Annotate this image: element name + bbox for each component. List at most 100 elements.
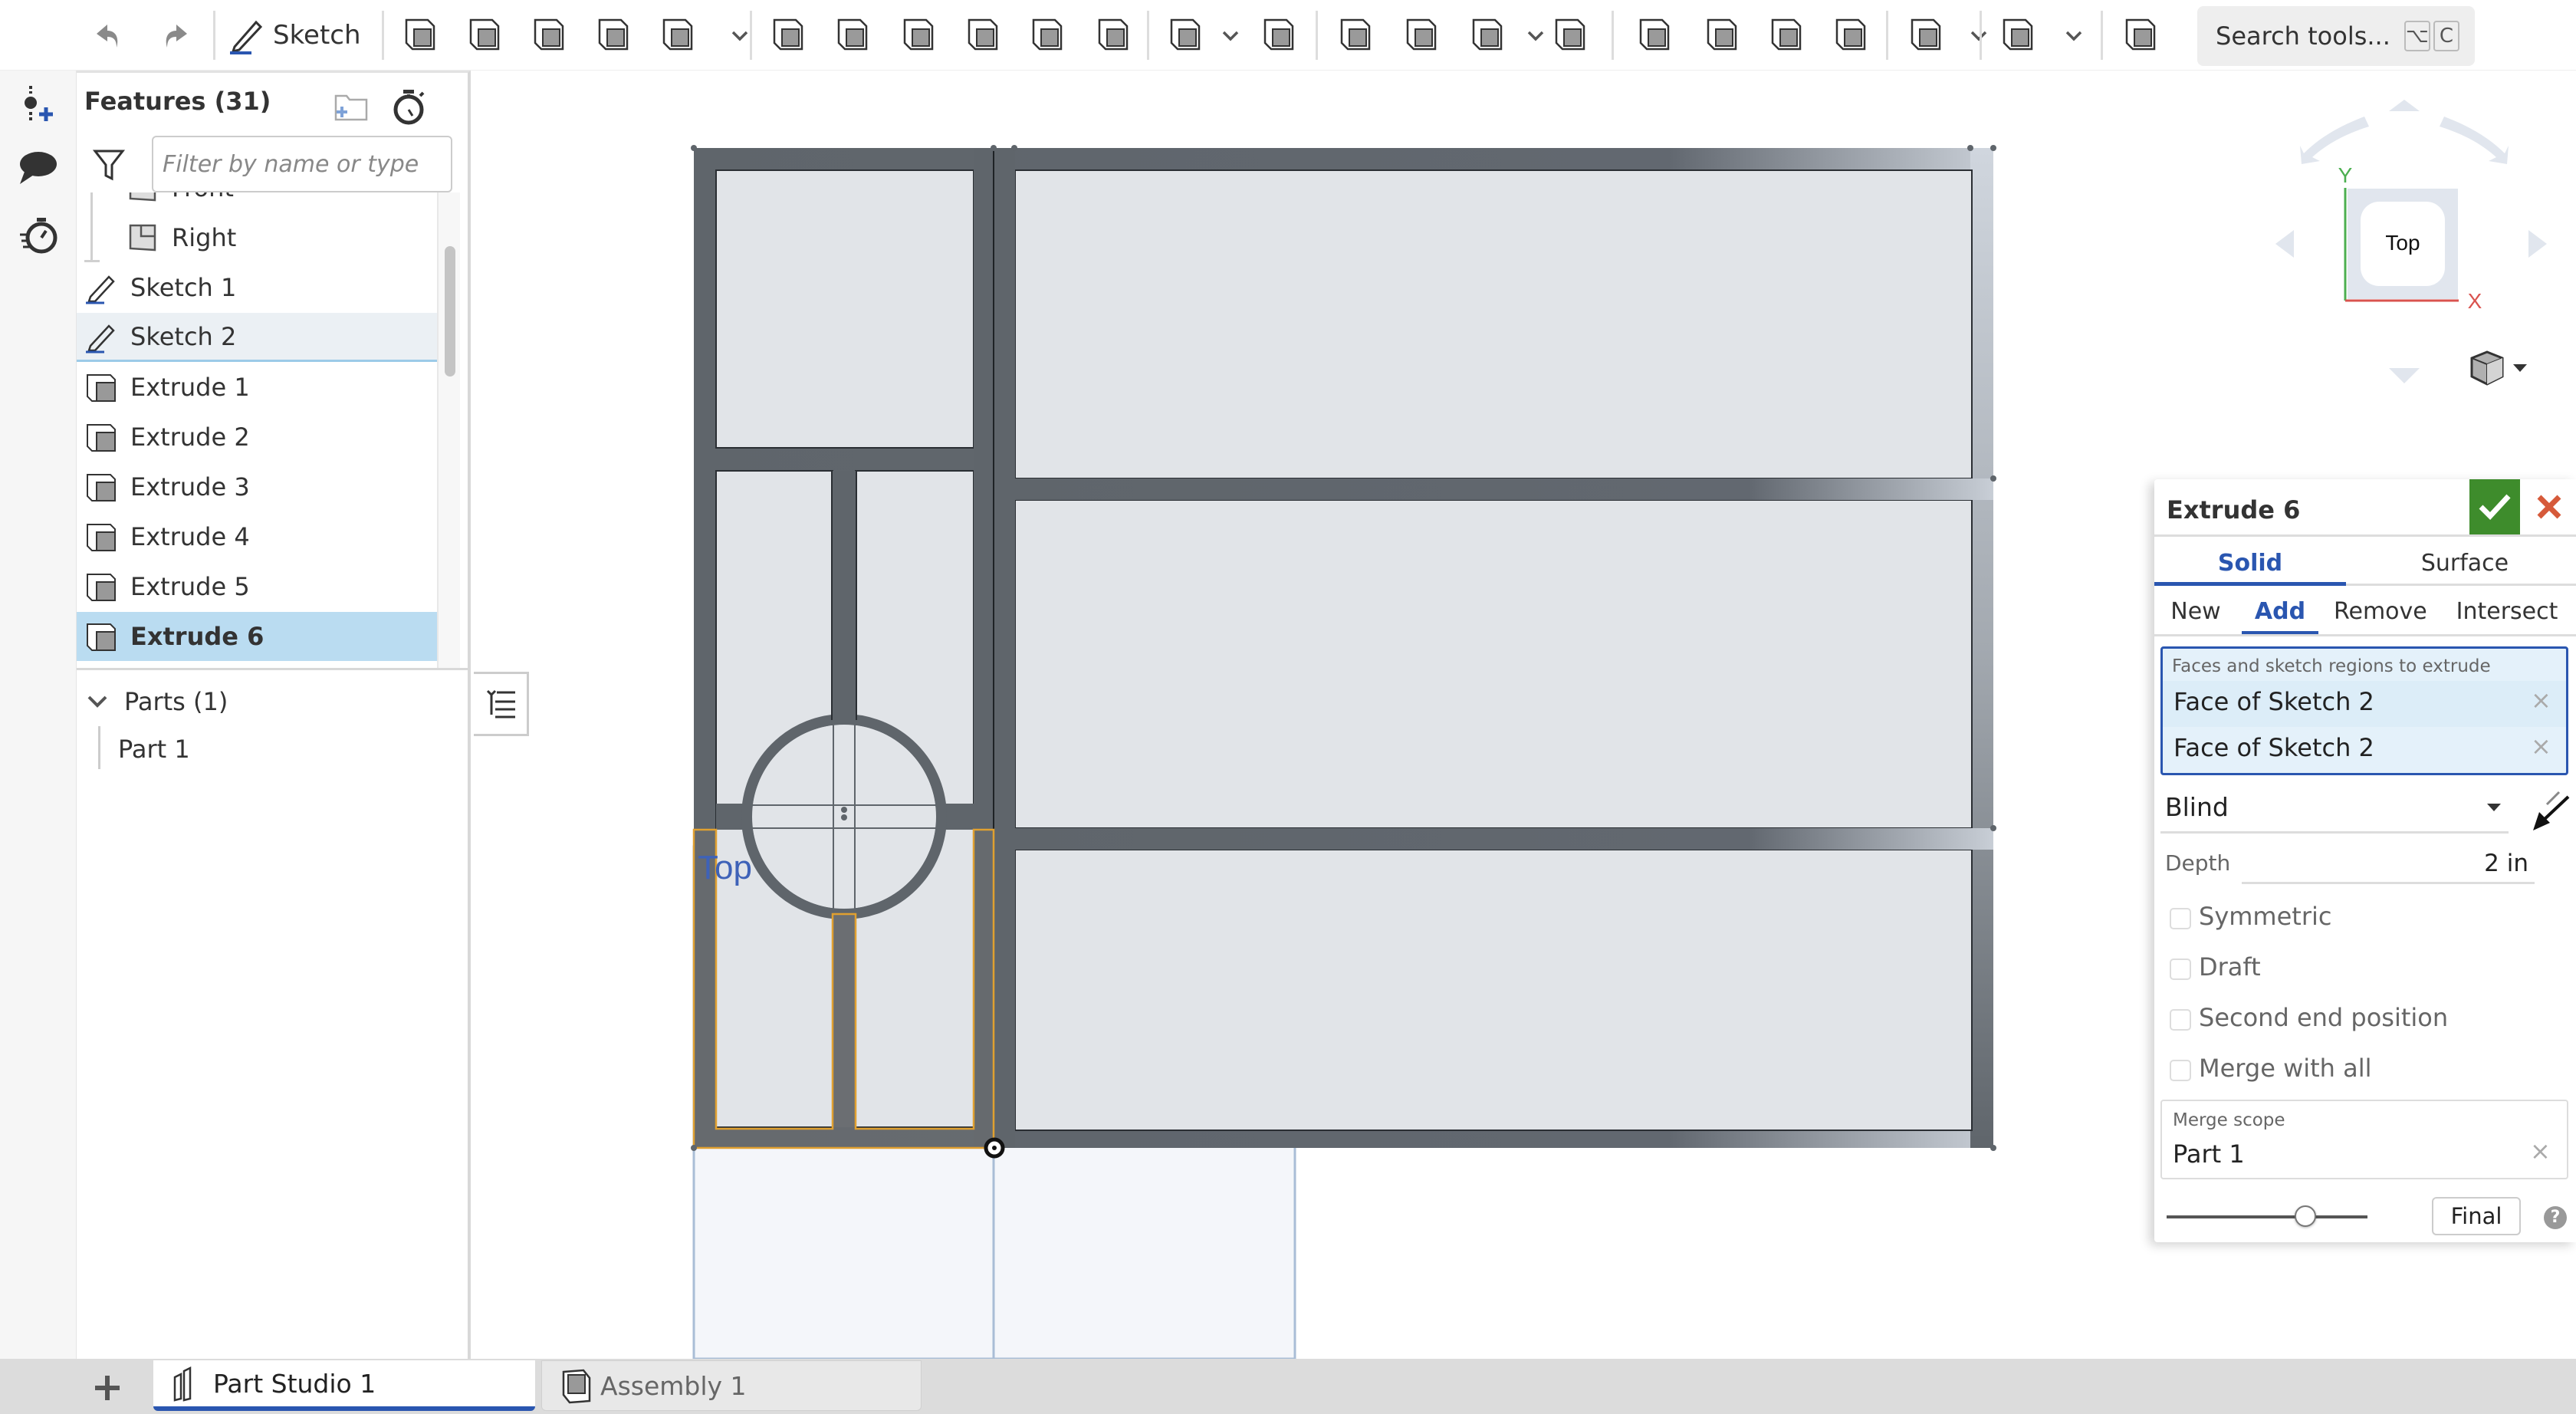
filter-button[interactable]: [92, 146, 129, 183]
tool-menu-chevron[interactable]: [728, 12, 751, 58]
rollback-slider-track[interactable]: [2167, 1215, 2367, 1218]
sketch-button[interactable]: Sketch: [228, 12, 363, 58]
depth-input[interactable]: 2 in: [2242, 843, 2535, 884]
op-intersect[interactable]: Intersect: [2446, 590, 2568, 633]
shell-tool[interactable]: [1026, 12, 1069, 58]
extrude-icon: [84, 470, 118, 504]
op-add[interactable]: Add: [2242, 590, 2318, 633]
remove-selection-icon[interactable]: ×: [2531, 732, 2551, 761]
toolbar-separator: [1612, 11, 1614, 60]
tool-menu-chevron[interactable]: [1219, 12, 1242, 58]
sweep-tool[interactable]: [527, 12, 570, 58]
feature-item-label: Extrude 4: [130, 522, 250, 551]
revolve-icon: [465, 14, 504, 57]
view-cube[interactable]: Top Y X: [2269, 77, 2576, 399]
tab-assembly[interactable]: Assembly 1: [541, 1360, 922, 1411]
feature-filter-input[interactable]: [152, 136, 452, 192]
modify-fillet-tool[interactable]: [1633, 12, 1676, 58]
feature-item-extrude-3[interactable]: Extrude 3: [77, 462, 437, 511]
loft-tool[interactable]: [592, 12, 635, 58]
checkbox-draft[interactable]: [2170, 959, 2191, 980]
chamfer-tool[interactable]: [831, 12, 874, 58]
selection-item[interactable]: Face of Sketch 2 ×: [2163, 727, 2566, 773]
pane[interactable]: [1014, 169, 1973, 479]
linear-pattern-tool[interactable]: [1164, 12, 1207, 58]
tool-menu-chevron[interactable]: [1967, 12, 1990, 58]
mirror-tool[interactable]: [1257, 12, 1300, 58]
thicken-tool[interactable]: [656, 12, 699, 58]
scrollbar-thumb[interactable]: [445, 246, 455, 377]
delete-part-tool[interactable]: [1549, 12, 1592, 58]
tab-part-studio[interactable]: Part Studio 1: [153, 1360, 535, 1411]
pane[interactable]: [1014, 499, 1973, 829]
remove-selection-icon[interactable]: ×: [2531, 686, 2551, 715]
remove-merge-scope-icon[interactable]: ×: [2530, 1136, 2551, 1166]
insert-feature-button[interactable]: [14, 80, 63, 129]
feature-item-extrude-2[interactable]: Extrude 2: [77, 413, 437, 462]
merge-scope-field[interactable]: Merge scope Part 1 ×: [2160, 1100, 2568, 1179]
op-remove[interactable]: Remove: [2334, 590, 2427, 633]
move-face-tool[interactable]: [1765, 12, 1808, 58]
revolve-tool[interactable]: [463, 12, 506, 58]
part-item[interactable]: Part 1: [118, 726, 190, 772]
redo-button[interactable]: [153, 12, 196, 58]
view-cube-face-label[interactable]: Top: [2385, 231, 2420, 255]
selection-field[interactable]: Faces and sketch regions to extrude Face…: [2160, 646, 2568, 775]
assembly-icon: [562, 1369, 591, 1404]
draft-tool[interactable]: [897, 12, 940, 58]
comments-button[interactable]: [14, 143, 63, 192]
feature-item-extrude-1[interactable]: Extrude 1: [77, 363, 437, 412]
boolean-tool[interactable]: [1334, 12, 1377, 58]
fillet-tool[interactable]: [767, 12, 810, 58]
transform-tool[interactable]: [1466, 12, 1509, 58]
delete-face-tool[interactable]: [1700, 12, 1743, 58]
plane-tool[interactable]: [1904, 12, 1947, 58]
tool-menu-chevron[interactable]: [2062, 12, 2085, 58]
extrude-icon: [84, 520, 118, 554]
rollback-timer-button[interactable]: [389, 87, 428, 127]
checkbox-merge-with-all[interactable]: [2170, 1060, 2191, 1081]
tool-menu-chevron[interactable]: [1524, 12, 1547, 58]
end-type-select[interactable]: Blind: [2160, 783, 2509, 834]
pane[interactable]: [715, 169, 974, 449]
add-tab-button[interactable]: [84, 1366, 130, 1409]
checkbox-second-end-position[interactable]: [2170, 1009, 2191, 1031]
final-button[interactable]: Final: [2432, 1197, 2521, 1235]
rib-tool[interactable]: [961, 12, 1004, 58]
feature-item-extrude-6[interactable]: Extrude 6: [77, 612, 437, 661]
help-icon[interactable]: ?: [2544, 1206, 2567, 1229]
replace-face-tool[interactable]: [1829, 12, 1872, 58]
hole-tool[interactable]: [1092, 12, 1135, 58]
pane[interactable]: [1014, 849, 1973, 1131]
search-tools-button[interactable]: Search tools... ⌥ C: [2197, 6, 2475, 66]
accept-button[interactable]: [2469, 479, 2520, 534]
performance-button[interactable]: [14, 210, 63, 259]
tab-solid[interactable]: Solid: [2154, 542, 2346, 585]
undo-button[interactable]: [87, 12, 130, 58]
sheet-metal-tool[interactable]: [1996, 12, 2039, 58]
op-new[interactable]: New: [2165, 590, 2226, 633]
flip-direction-button[interactable]: [2532, 786, 2573, 832]
extrude-tool[interactable]: [399, 12, 442, 58]
view-options-button[interactable]: [2469, 347, 2530, 390]
feature-item-extrude-4[interactable]: Extrude 4: [77, 512, 437, 561]
feature-item-front[interactable]: Front: [77, 192, 437, 212]
feature-item-sketch-1[interactable]: Sketch 1: [77, 263, 437, 312]
feature-item-right[interactable]: Right: [77, 213, 437, 262]
add-custom-feature-tool[interactable]: [2119, 12, 2162, 58]
tab-surface[interactable]: Surface: [2354, 542, 2576, 585]
feature-item-sketch-2[interactable]: Sketch 2: [77, 313, 437, 362]
selection-item[interactable]: Face of Sketch 2 ×: [2163, 681, 2566, 727]
feature-item-extrude-5[interactable]: Extrude 5: [77, 562, 437, 611]
checkbox-symmetric[interactable]: [2170, 908, 2191, 929]
feature-item-label: Front: [172, 192, 234, 202]
plane-icon: [126, 192, 159, 205]
feature-tree-scrollbar[interactable]: [437, 192, 460, 668]
add-folder-button[interactable]: [333, 88, 370, 125]
comment-icon: [20, 152, 57, 184]
split-tool[interactable]: [1400, 12, 1443, 58]
rollback-slider-thumb[interactable]: [2294, 1205, 2316, 1227]
stopwatch-icon: [393, 90, 425, 125]
parts-header[interactable]: Parts (1): [84, 679, 228, 725]
cancel-button[interactable]: [2526, 479, 2572, 534]
